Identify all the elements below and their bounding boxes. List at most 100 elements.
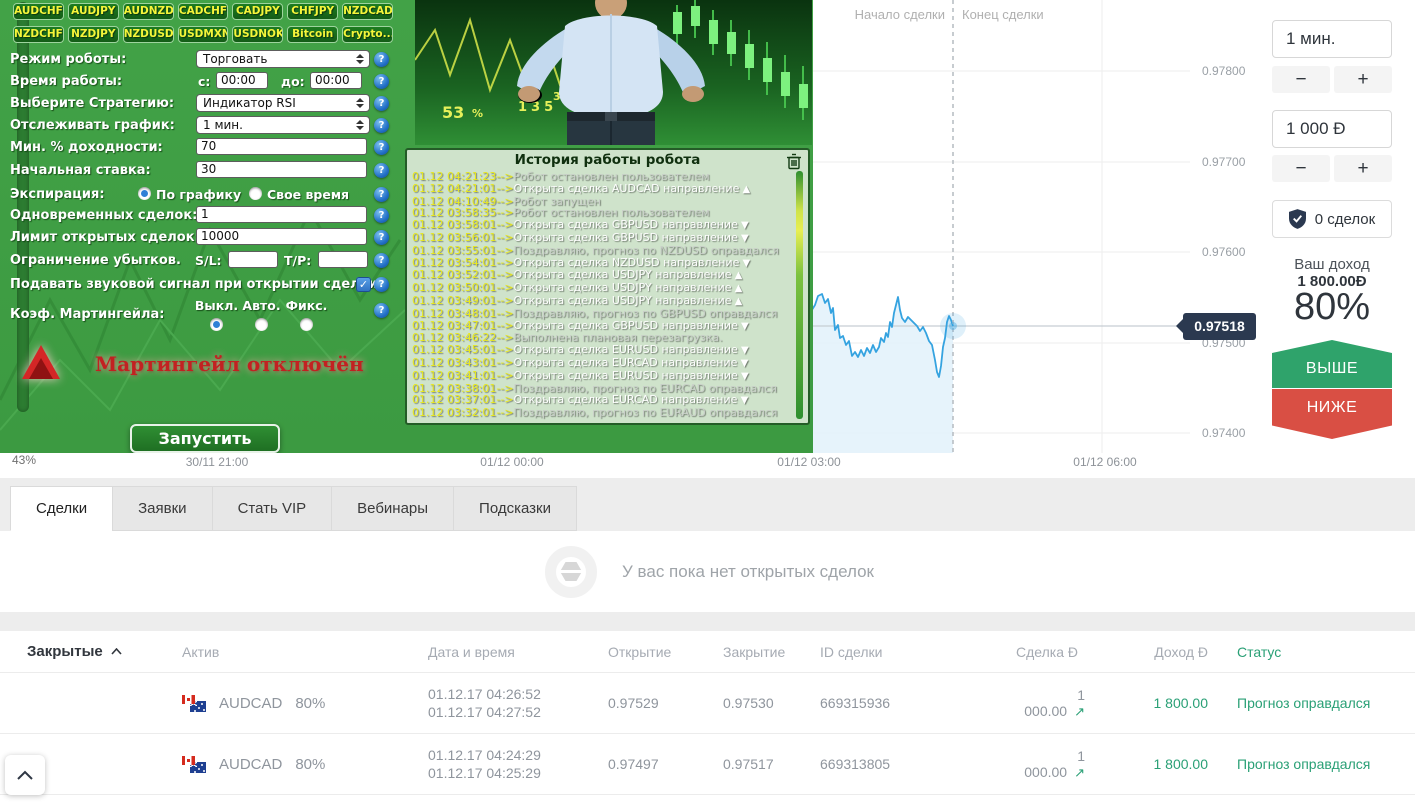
- tab-подсказки[interactable]: Подсказки: [453, 486, 577, 531]
- direction-down-icon: ▼: [738, 371, 749, 382]
- sound-checkbox[interactable]: ✓: [356, 277, 371, 292]
- mode-select[interactable]: Торговать: [196, 50, 370, 68]
- time-to-label: до:: [281, 74, 305, 89]
- svg-text:%: %: [472, 107, 483, 120]
- tab-сделки[interactable]: Сделки: [10, 486, 112, 531]
- loss-limit-help-icon[interactable]: ?: [374, 253, 389, 268]
- close-price: 0.97517: [723, 756, 820, 772]
- closed-trade-row[interactable]: AUDCAD80%01.12.17 04:24:2901.12.17 04:25…: [0, 734, 1415, 795]
- currency-pair-flags-icon: [182, 695, 206, 712]
- martingale-help-icon[interactable]: ?: [374, 303, 389, 318]
- pair-button-audnzd[interactable]: AUDNZD: [123, 3, 174, 20]
- martingale-option-radio[interactable]: [255, 318, 268, 331]
- direction-down-icon: ▼: [738, 220, 749, 231]
- strategy-label: Выберите Стратегию:: [10, 96, 174, 111]
- open-trades-count-button[interactable]: 0 сделок: [1272, 200, 1392, 238]
- canada-flag-icon: [182, 756, 195, 765]
- lower-button[interactable]: НИЖЕ: [1272, 389, 1392, 439]
- price-tick: 0.97600: [1202, 245, 1245, 259]
- worktime-help-icon[interactable]: ?: [374, 74, 389, 89]
- income-label: Ваш доход: [1272, 256, 1392, 273]
- min-profit-help-icon[interactable]: ?: [374, 140, 389, 155]
- price-tick: 0.97400: [1202, 426, 1245, 440]
- watch-chart-select[interactable]: 1 мин.: [196, 116, 370, 134]
- strategy-select[interactable]: Индикатор RSI: [196, 94, 370, 112]
- pair-button-nzdchf[interactable]: NZDCHF: [13, 26, 64, 43]
- expiration-custom-radio[interactable]: [249, 187, 262, 200]
- col-open: Открытие: [608, 644, 723, 660]
- pair-button-chfjpy[interactable]: CHFJPY: [287, 3, 338, 20]
- pair-button-audjpy[interactable]: AUDJPY: [68, 3, 119, 20]
- closed-trade-row[interactable]: AUDCAD80%01.12.17 04:26:5201.12.17 04:27…: [0, 673, 1415, 734]
- open-price: 0.97529: [608, 695, 723, 711]
- time-from-input[interactable]: 00:00: [216, 72, 268, 89]
- history-scrollbar[interactable]: [796, 171, 803, 419]
- expiration-help-icon[interactable]: ?: [374, 187, 389, 202]
- tab-стать-vip[interactable]: Стать VIP: [212, 486, 332, 531]
- table-header: Закрытые Актив Дата и время Открытие Зак…: [0, 631, 1415, 673]
- trash-icon[interactable]: [786, 153, 802, 170]
- pair-button-usdmxn[interactable]: USDMXN: [178, 26, 229, 43]
- direction-down-icon: ▼: [739, 258, 750, 269]
- pair-button-nzdusd[interactable]: NZDUSD: [123, 26, 174, 43]
- col-income: Доход Đ: [1101, 644, 1229, 660]
- expiration-by-chart-radio[interactable]: [138, 187, 151, 200]
- pair-button-nzdcad[interactable]: NZDCAD: [342, 3, 393, 20]
- launch-button[interactable]: Запустить: [130, 424, 280, 453]
- time-to-input[interactable]: 00:00: [310, 72, 362, 89]
- pair-button-audchf[interactable]: AUDCHF: [13, 3, 64, 20]
- closed-trades-table: Закрытые Актив Дата и время Открытие Зак…: [0, 631, 1415, 802]
- limit-input[interactable]: 10000: [196, 228, 367, 245]
- tp-input[interactable]: [318, 251, 368, 268]
- col-id: ID сделки: [820, 644, 1016, 660]
- deal-start-label: Начало сделки: [845, 7, 945, 23]
- martingale-option-radio[interactable]: [300, 318, 313, 331]
- svg-text:53: 53: [442, 103, 464, 122]
- pair-button-crypto[interactable]: Crypto...: [342, 26, 393, 43]
- trade-id: 669315936: [820, 695, 1016, 711]
- expiry-plus-button[interactable]: +: [1334, 66, 1392, 93]
- trade-dates: 01.12.17 04:26:5201.12.17 04:27:52: [428, 685, 608, 721]
- martingale-label: Коэф. Мартингейла:: [10, 307, 164, 322]
- trade-status: Прогноз оправдался: [1229, 695, 1415, 711]
- tab-вебинары[interactable]: Вебинары: [331, 486, 453, 531]
- direction-down-icon: ▼: [738, 233, 749, 244]
- expiry-minus-button[interactable]: −: [1272, 66, 1330, 93]
- min-profit-input[interactable]: 70: [196, 138, 367, 155]
- chart-zoom-level: 43%: [12, 453, 36, 467]
- pair-button-cadchf[interactable]: CADCHF: [178, 3, 229, 20]
- initial-bet-help-icon[interactable]: ?: [374, 163, 389, 178]
- pair-button-cadjpy[interactable]: CADJPY: [232, 3, 283, 20]
- watch-chart-help-icon[interactable]: ?: [374, 118, 389, 133]
- worktime-label: Время работы:: [10, 74, 122, 89]
- sl-input[interactable]: [228, 251, 278, 268]
- limit-help-icon[interactable]: ?: [374, 230, 389, 245]
- pair-button-bitcoin[interactable]: Bitcoin: [287, 26, 338, 43]
- expiry-input[interactable]: 1 мин.: [1272, 20, 1392, 58]
- amount-minus-button[interactable]: −: [1272, 155, 1330, 182]
- initial-bet-input[interactable]: 30: [196, 161, 367, 178]
- martingale-option-radio[interactable]: [210, 318, 223, 331]
- history-log: 01.12 04:21:23-->Робот остановлен пользо…: [412, 171, 792, 420]
- mode-help-icon[interactable]: ?: [374, 52, 389, 67]
- trade-panel: 1 мин. − + 1 000 Đ − + 0 сделок Ваш дохо…: [1272, 0, 1392, 460]
- strategy-help-icon[interactable]: ?: [374, 96, 389, 111]
- amount-plus-button[interactable]: +: [1334, 155, 1392, 182]
- concurrent-help-icon[interactable]: ?: [374, 208, 389, 223]
- asset-name: AUDCAD: [219, 756, 282, 773]
- open-trades-content: У вас пока нет открытых сделок: [0, 531, 1415, 612]
- higher-button[interactable]: ВЫШЕ: [1272, 340, 1392, 388]
- pair-button-nzdjpy[interactable]: NZDJPY: [68, 26, 119, 43]
- scroll-top-button[interactable]: [5, 755, 45, 795]
- concurrent-input[interactable]: 1: [196, 206, 367, 223]
- sound-help-icon[interactable]: ?: [374, 277, 389, 292]
- time-tick: 01/12 06:00: [1073, 455, 1136, 469]
- direction-up-icon: ▲: [732, 270, 743, 281]
- closed-section-toggle[interactable]: Закрытые: [0, 643, 182, 660]
- select-spinner-icon: [356, 54, 365, 64]
- pair-button-usdnok[interactable]: USDNOK: [232, 26, 283, 43]
- tab-заявки[interactable]: Заявки: [112, 486, 211, 531]
- sl-label: S/L:: [195, 253, 222, 268]
- amount-input[interactable]: 1 000 Đ: [1272, 110, 1392, 148]
- log-entry: 01.12 03:31:01-->Открыта сделка EURAUD н…: [412, 419, 792, 420]
